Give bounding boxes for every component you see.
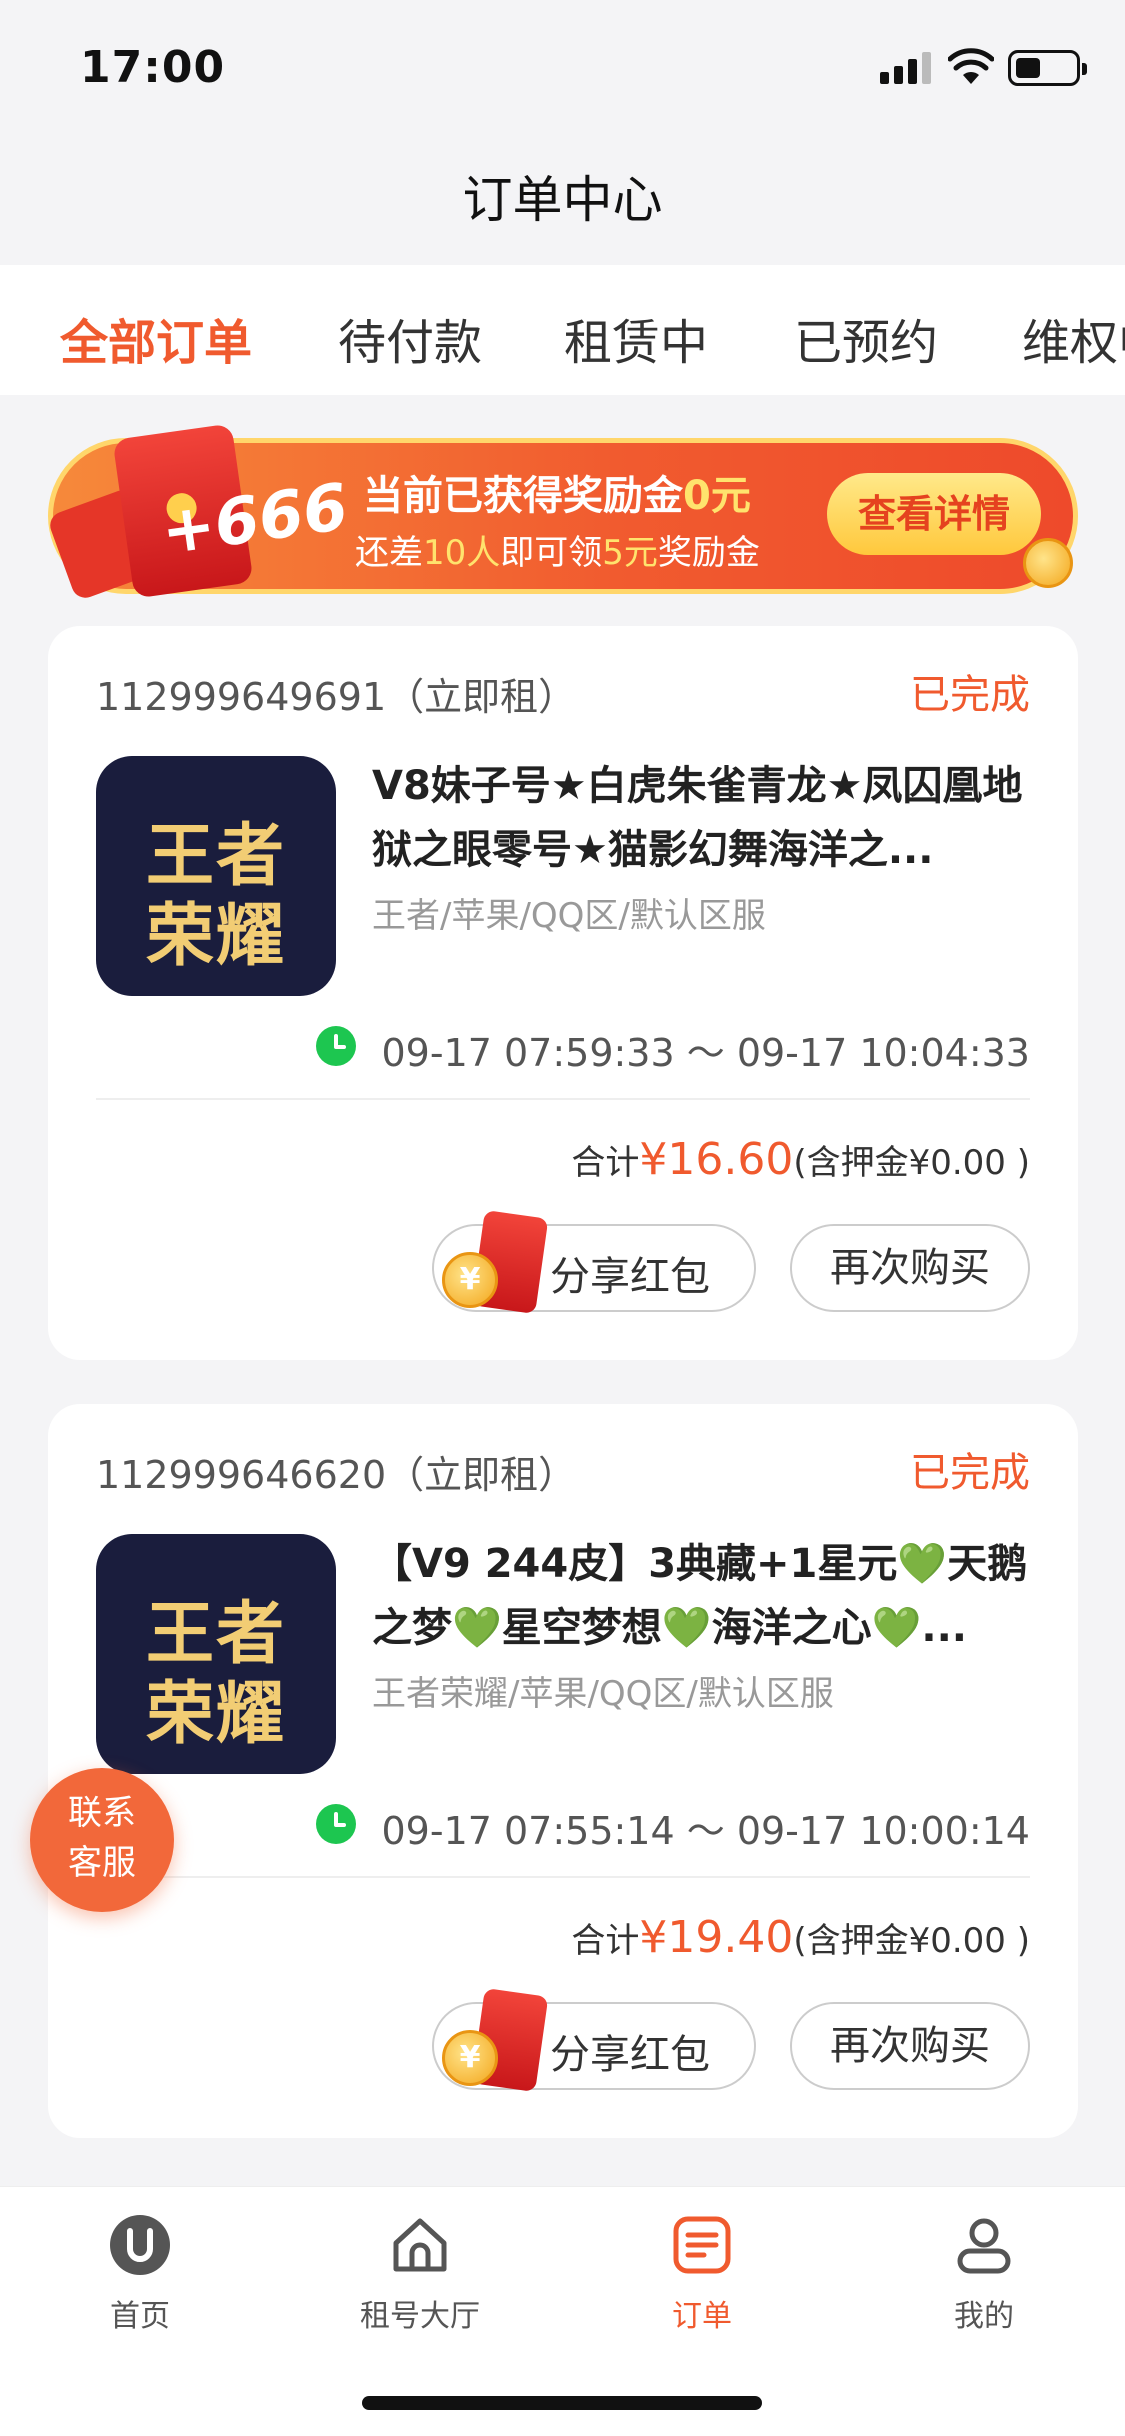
page-title: 订单中心	[462, 171, 663, 229]
yuan-coin-icon: ¥	[442, 1252, 498, 1308]
tab-reserved[interactable]: 已预约	[794, 303, 938, 373]
game-thumbnail: 王者 荣耀	[96, 756, 336, 996]
order-title: 【V9 244皮】3典藏+1星元💚天鹅之梦💚星空梦想💚海洋之心💚...	[372, 1541, 1028, 1651]
order-card[interactable]: 112999649691（立即租） 已完成 王者 荣耀 V8妹子号★白虎朱雀青龙…	[48, 626, 1078, 1360]
reward-earned-text: 当前已获得奖励金0元	[363, 473, 751, 519]
view-details-button[interactable]: 查看详情	[827, 473, 1041, 555]
clock-icon	[316, 1804, 356, 1844]
rental-time-range: 09-17 07:59:33 ～ 09-17 10:04:33	[381, 1031, 1031, 1075]
order-total: 合计¥19.40(含押金¥0.00 )	[571, 1912, 1030, 1963]
status-time: 17:00	[80, 42, 226, 93]
order-status: 已完成	[910, 672, 1030, 718]
nav-home[interactable]: 首页	[40, 2213, 240, 2335]
game-thumbnail: 王者 荣耀	[96, 1534, 336, 1774]
contact-service-button[interactable]: 联系 客服	[30, 1768, 174, 1912]
wifi-icon	[948, 48, 994, 84]
order-total: 合计¥16.60(含押金¥0.00 )	[571, 1134, 1030, 1185]
buy-again-button[interactable]: 再次购买	[790, 1224, 1030, 1312]
rental-time-range: 09-17 07:55:14 ～ 09-17 10:00:14	[381, 1809, 1031, 1853]
divider	[96, 1876, 1030, 1878]
order-subtitle: 王者/苹果/QQ区/默认区服	[372, 896, 766, 936]
reward-banner[interactable]: +666 当前已获得奖励金0元 还差10人即可领5元奖励金 查看详情	[46, 423, 1078, 602]
order-title: V8妹子号★白虎朱雀青龙★凤囚凰地狱之眼零号★猫影幻舞海洋之...	[372, 763, 1023, 873]
home-indicator	[362, 2396, 762, 2410]
clock-icon	[316, 1026, 356, 1066]
order-number: 112999649691（立即租）	[96, 675, 577, 719]
yuan-coin-icon: ¥	[442, 2030, 498, 2086]
order-price: ¥16.60	[639, 1134, 794, 1185]
share-red-packet-button[interactable]: ¥ 分享红包	[432, 1988, 756, 2092]
order-status: 已完成	[910, 1450, 1030, 1496]
user-icon	[957, 2218, 1011, 2274]
battery-icon	[1008, 50, 1087, 86]
order-card[interactable]: 112999646620（立即租） 已完成 王者 荣耀 【V9 244皮】3典藏…	[48, 1404, 1078, 2138]
order-subtitle: 王者荣耀/苹果/QQ区/默认区服	[372, 1674, 834, 1714]
nav-orders[interactable]: 订单	[602, 2213, 802, 2335]
nav-profile[interactable]: 我的	[884, 2213, 1084, 2335]
tab-all-orders[interactable]: 全部订单	[60, 303, 252, 373]
order-tabs: 全部订单 待付款 租赁中 已预约 维权中	[0, 265, 1125, 395]
status-bar: 17:00	[0, 0, 1125, 140]
reward-progress-text: 还差10人即可领5元奖励金	[355, 533, 760, 573]
tab-disputes[interactable]: 维权中	[1022, 303, 1125, 373]
order-price: ¥19.40	[639, 1912, 794, 1963]
u-logo-icon	[110, 2215, 170, 2275]
order-number: 112999646620（立即租）	[96, 1453, 577, 1497]
buy-again-button[interactable]: 再次购买	[790, 2002, 1030, 2090]
order-icon	[673, 2216, 731, 2274]
coin-icon	[1023, 538, 1073, 588]
house-icon	[393, 2218, 447, 2272]
nav-rental-hall[interactable]: 租号大厅	[320, 2213, 520, 2335]
divider	[96, 1098, 1030, 1100]
share-red-packet-button[interactable]: ¥ 分享红包	[432, 1210, 756, 1314]
cellular-signal-icon	[880, 50, 934, 84]
tab-renting[interactable]: 租赁中	[564, 303, 708, 373]
tab-pending-payment[interactable]: 待付款	[338, 303, 482, 373]
